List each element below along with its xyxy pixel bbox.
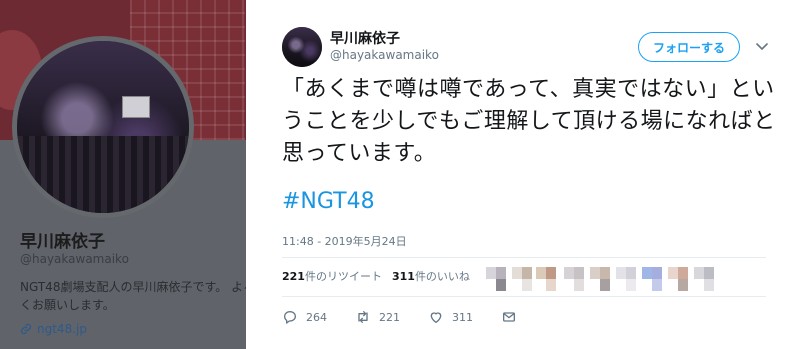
liker-pixel <box>668 267 678 279</box>
reply-count: 264 <box>306 310 327 324</box>
profile-link[interactable]: ngt48.jp <box>20 322 87 336</box>
liker-pixel <box>678 267 688 279</box>
reply-icon <box>284 311 296 324</box>
avatar-image-sign <box>122 96 150 118</box>
liker-pixel <box>694 267 704 279</box>
retweet-stat-count: 221 <box>282 270 305 283</box>
retweet-count: 221 <box>379 310 400 324</box>
follow-button[interactable]: フォローする <box>638 32 740 62</box>
liker-pixel <box>678 279 688 291</box>
liker-pixel <box>496 267 506 279</box>
profile-link-text[interactable]: ngt48.jp <box>37 322 87 336</box>
liker-pixel <box>652 279 662 291</box>
liker-pixel <box>600 267 610 279</box>
liker-pixel <box>564 267 574 279</box>
like-button[interactable]: 311 <box>428 309 473 325</box>
liker-pixel <box>496 279 506 291</box>
heart-icon <box>430 312 442 323</box>
tweet-stats: 221件のリツイート 311件のいいね <box>282 268 470 284</box>
tweet-timestamp[interactable]: 11:48 - 2019年5月24日 <box>282 233 407 249</box>
divider <box>282 257 766 258</box>
like-stat-count: 311 <box>391 270 415 283</box>
profile-bio: NGT48劇場支配人の早川麻依子です。 よろしくお願いします。 <box>20 280 268 312</box>
chevron-down-icon[interactable] <box>754 38 770 54</box>
tweet-author-avatar[interactable] <box>282 27 322 67</box>
liker-pixel <box>574 279 584 291</box>
retweet-icon <box>358 311 368 323</box>
liker-pixel <box>616 267 626 279</box>
reply-button[interactable]: 264 <box>282 309 327 325</box>
liker-pixel <box>574 267 584 279</box>
liker-pixel <box>522 279 532 291</box>
profile-name: 早川麻依子 <box>20 232 105 252</box>
profile-backdrop: 早川麻依子 @hayakawamaiko NGT48劇場支配人の早川麻依子です。… <box>0 0 270 349</box>
liker-pixel <box>590 267 600 279</box>
envelope-icon <box>503 312 515 322</box>
tweet-hashtag[interactable]: #NGT48 <box>282 189 375 214</box>
divider <box>282 296 766 297</box>
liker-pixel <box>704 267 714 279</box>
liker-pixel <box>512 267 522 279</box>
tweet-actions: 264 221 311 <box>282 309 545 325</box>
liker-pixel <box>626 279 636 291</box>
tweet-text: 「あくまで噂は噂であって、真実ではない」ということを少しでもご理解して頂ける場に… <box>282 77 776 166</box>
liker-avatars-pixelated[interactable] <box>484 263 719 291</box>
like-count: 311 <box>452 310 473 324</box>
link-icon <box>20 323 32 335</box>
liker-pixel <box>652 267 662 279</box>
liker-pixel <box>642 267 652 279</box>
tweet-avatar-image <box>282 27 322 67</box>
retweet-button[interactable]: 221 <box>355 309 400 325</box>
profile-avatar[interactable] <box>12 36 194 218</box>
liker-pixel <box>522 267 532 279</box>
liker-pixel <box>546 279 556 291</box>
liker-pixel <box>486 267 496 279</box>
liker-pixel <box>600 279 610 291</box>
tweet-author-name[interactable]: 早川麻依子 <box>330 28 400 48</box>
liker-pixel <box>704 279 714 291</box>
tweet-modal: 早川麻依子 @hayakawamaiko フォローする 「あくまで噂は噂であって… <box>246 0 800 349</box>
profile-handle: @hayakawamaiko <box>20 252 129 266</box>
like-stat-label: 件のいいね <box>414 270 470 283</box>
retweet-stat-label: 件のリツイート <box>304 270 382 283</box>
liker-pixel <box>626 267 636 279</box>
retweet-stat[interactable]: 221件のリツイート <box>282 268 382 284</box>
like-stat[interactable]: 311件のいいね <box>392 268 470 284</box>
direct-message-button[interactable] <box>501 309 517 325</box>
liker-pixel <box>546 267 556 279</box>
tweet-author-handle[interactable]: @hayakawamaiko <box>330 48 439 62</box>
liker-pixel <box>536 267 546 279</box>
avatar-image-floor <box>17 135 189 213</box>
